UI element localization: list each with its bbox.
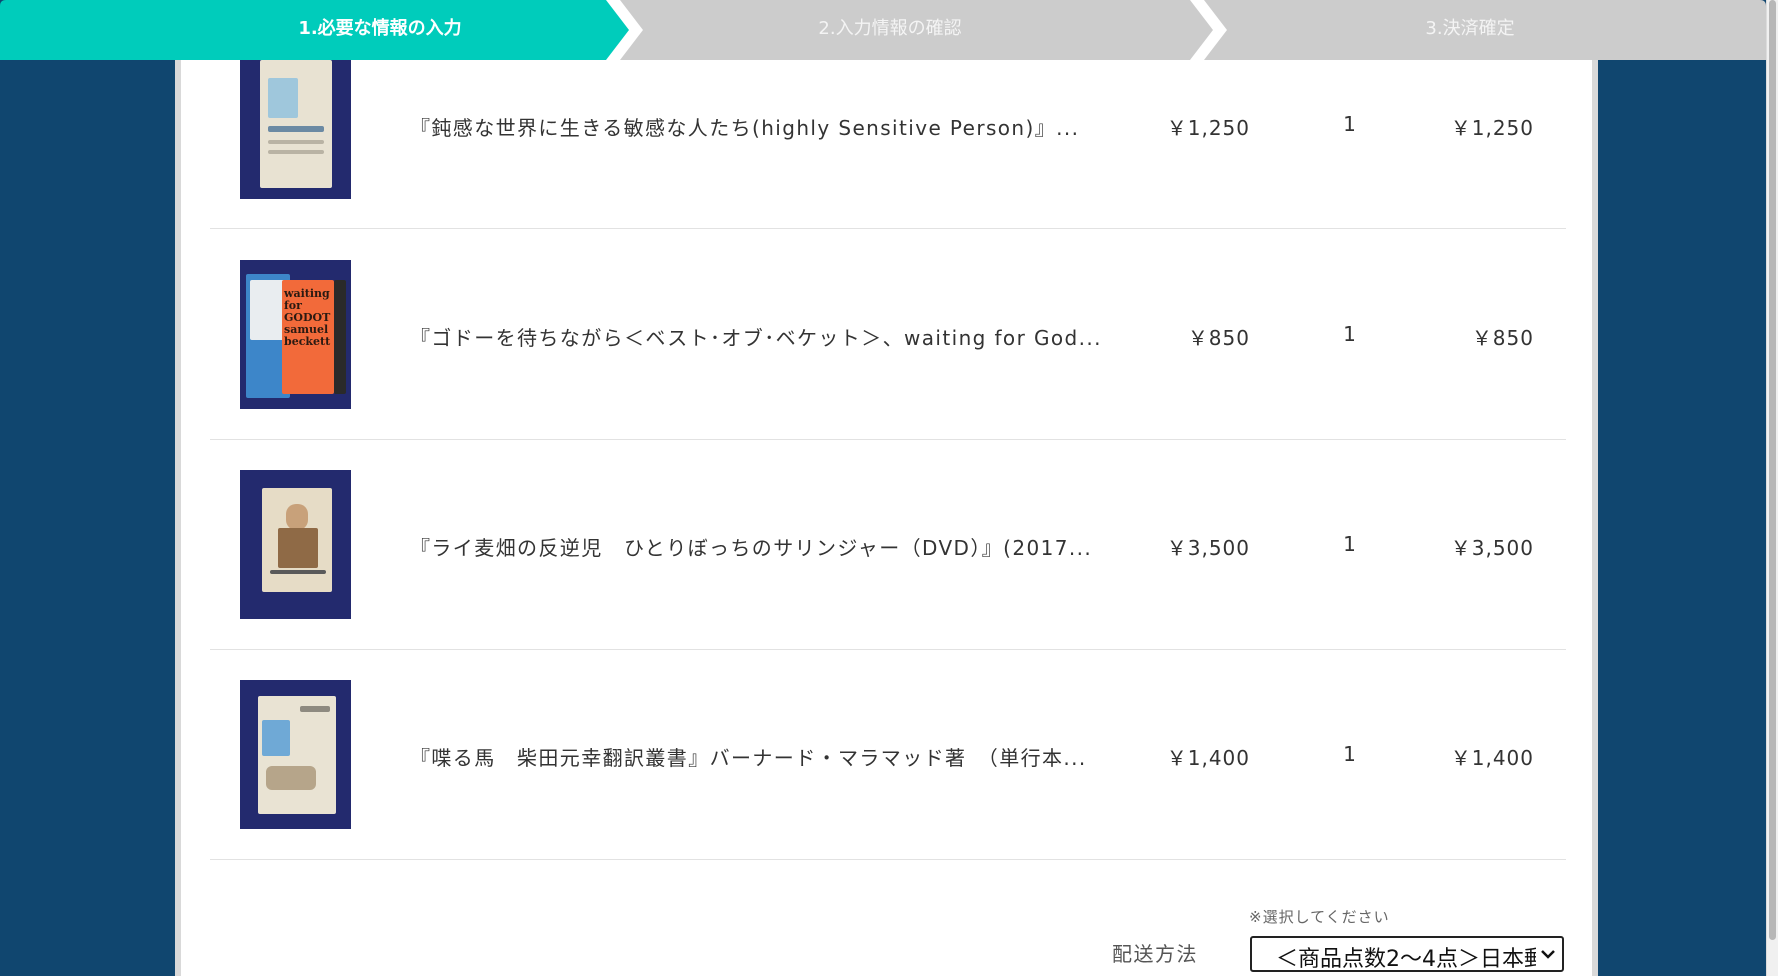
item-subtotal: ￥1,400	[1450, 746, 1534, 770]
chevron-down-icon	[1541, 950, 1555, 959]
item-subtotal: ￥3,500	[1450, 536, 1534, 560]
checkout-progress-steps: 1.必要な情報の入力 2.入力情報の確認 3.決済確定	[0, 0, 1766, 60]
shipping-method-label: 配送方法	[1112, 942, 1198, 966]
item-title[interactable]: 『ゴドーを待ちながら＜ベスト･オブ･ベケット＞、waiting for God.…	[410, 322, 1110, 351]
shipping-note: ※選択してください	[1249, 908, 1390, 926]
step-1-label: 1.必要な情報の入力	[298, 18, 462, 39]
shipping-method-select[interactable]: ＜商品点数2〜4点＞日本郵便	[1250, 936, 1564, 972]
item-price: ￥850	[1187, 326, 1250, 350]
cart-item-row: 『喋る馬 柴田元幸翻訳叢書』バーナード・マラマッド著 （単行本... ￥1,40…	[210, 650, 1566, 860]
scrollbar-thumb[interactable]	[1769, 0, 1776, 940]
item-title[interactable]: 『ライ麦畑の反逆児 ひとりぼっちのサリンジャー（DVD）』(2017...	[410, 532, 1110, 561]
item-subtotal: ￥1,250	[1450, 116, 1534, 140]
book-cover-light-blue-icon[interactable]	[240, 60, 351, 199]
item-quantity: 1	[1343, 532, 1357, 556]
item-subtotal: ￥850	[1471, 326, 1534, 350]
page-scrollbar[interactable]	[1766, 0, 1778, 976]
item-price: ￥1,250	[1166, 116, 1250, 140]
cart-item-row: 『ライ麦畑の反逆児 ひとりぼっちのサリンジャー（DVD）』(2017... ￥3…	[210, 440, 1566, 650]
book-cover-waiting-for-godot-icon[interactable]: waiting for GODOT samuel beckett	[240, 260, 351, 409]
cart-item-row: waiting for GODOT samuel beckett 『ゴドーを待ち…	[210, 230, 1566, 440]
dvd-cover-salinger-icon[interactable]	[240, 470, 351, 619]
item-title[interactable]: 『鈍感な世界に生きる敏感な人たち(highly Sensitive Person…	[410, 112, 1110, 141]
shipping-method-selected-value: ＜商品点数2〜4点＞日本郵便	[1276, 947, 1536, 972]
cover-text: waiting for GODOT samuel beckett	[284, 287, 331, 348]
step-3-label: 3.決済確定	[1425, 18, 1515, 39]
book-cover-talking-horse-icon[interactable]	[240, 680, 351, 829]
item-quantity: 1	[1343, 322, 1357, 346]
item-quantity: 1	[1343, 742, 1357, 766]
item-quantity: 1	[1343, 112, 1357, 136]
item-title[interactable]: 『喋る馬 柴田元幸翻訳叢書』バーナード・マラマッド著 （単行本...	[410, 742, 1110, 771]
step-2-label: 2.入力情報の確認	[818, 18, 962, 39]
item-price: ￥1,400	[1166, 746, 1250, 770]
item-price: ￥3,500	[1166, 536, 1250, 560]
